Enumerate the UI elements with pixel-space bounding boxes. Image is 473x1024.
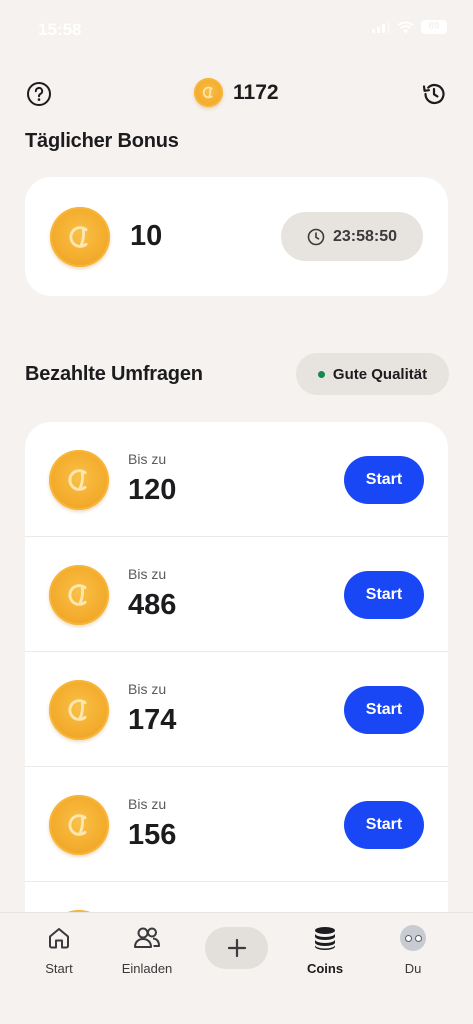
survey-value: 486 [128,589,177,621]
survey-list: Bis zu 120 Start Bis zu 486 Start Bis zu… [25,422,448,922]
cellular-signal-icon [372,21,390,33]
tab-label: Einladen [121,961,173,976]
top-bar: 1172 [0,76,473,112]
survey-prefix: Bis zu [128,796,167,812]
help-button[interactable] [24,79,54,109]
paid-surveys-title: Bezahlte Umfragen [25,363,203,385]
status-bar: 15:58 89 [0,0,473,60]
tab-label: Coins [306,961,344,976]
history-button[interactable] [419,79,449,109]
coin-balance: 1172 [194,78,279,107]
coin-icon [194,78,223,107]
users-icon [134,927,160,948]
coin-icon [49,565,109,625]
survey-prefix: Bis zu [128,451,167,467]
survey-row: Bis zu 486 Start [25,537,448,652]
survey-row: Bis zu 156 Start [25,767,448,882]
survey-row: Bis zu 120 Start [25,422,448,537]
survey-value: 174 [128,704,177,736]
coin-icon [49,450,109,510]
avatar [400,925,426,951]
plus-icon [227,938,246,958]
coins-stack-icon [315,927,335,950]
help-circle-icon [27,82,51,106]
history-icon [422,83,445,105]
tab-invite[interactable]: Einladen [107,923,187,976]
timer-text: 23:58:50 [332,227,398,245]
status-time: 15:58 [38,20,82,39]
daily-bonus-title: Täglicher Bonus [25,130,179,152]
start-survey-button[interactable]: Start [344,686,424,734]
survey-prefix: Bis zu [128,566,167,582]
start-survey-button[interactable]: Start [344,571,424,619]
quality-label: Gute Qualität [332,365,428,383]
wifi-icon [397,20,414,33]
tab-label: Start [45,961,73,976]
coin-icon [50,207,110,267]
add-button[interactable] [205,927,268,969]
coin-icon [49,680,109,740]
start-survey-button[interactable]: Start [344,456,424,504]
survey-value: 156 [128,819,177,851]
start-survey-button[interactable]: Start [344,801,424,849]
tab-coins[interactable]: Coins [285,923,365,976]
balance-value: 1172 [233,80,279,104]
tab-bar: Start Einladen Coins Du [0,912,473,1024]
coin-icon [49,795,109,855]
tab-you[interactable]: Du [373,923,453,976]
home-icon [49,928,69,949]
clock-icon [307,228,325,245]
battery-indicator: 89 [421,20,447,34]
survey-row: Bis zu 174 Start [25,652,448,767]
bonus-value: 10 [130,220,163,252]
survey-value: 120 [128,474,177,506]
bonus-timer: 23:58:50 [281,212,423,261]
tab-label: Du [404,961,422,976]
daily-bonus-card[interactable]: 10 23:58:50 [25,177,448,296]
survey-prefix: Bis zu [128,681,167,697]
status-dot [317,370,325,378]
quality-badge[interactable]: Gute Qualität [296,353,449,395]
status-icons: 89 [372,20,447,34]
tab-start[interactable]: Start [19,923,99,976]
